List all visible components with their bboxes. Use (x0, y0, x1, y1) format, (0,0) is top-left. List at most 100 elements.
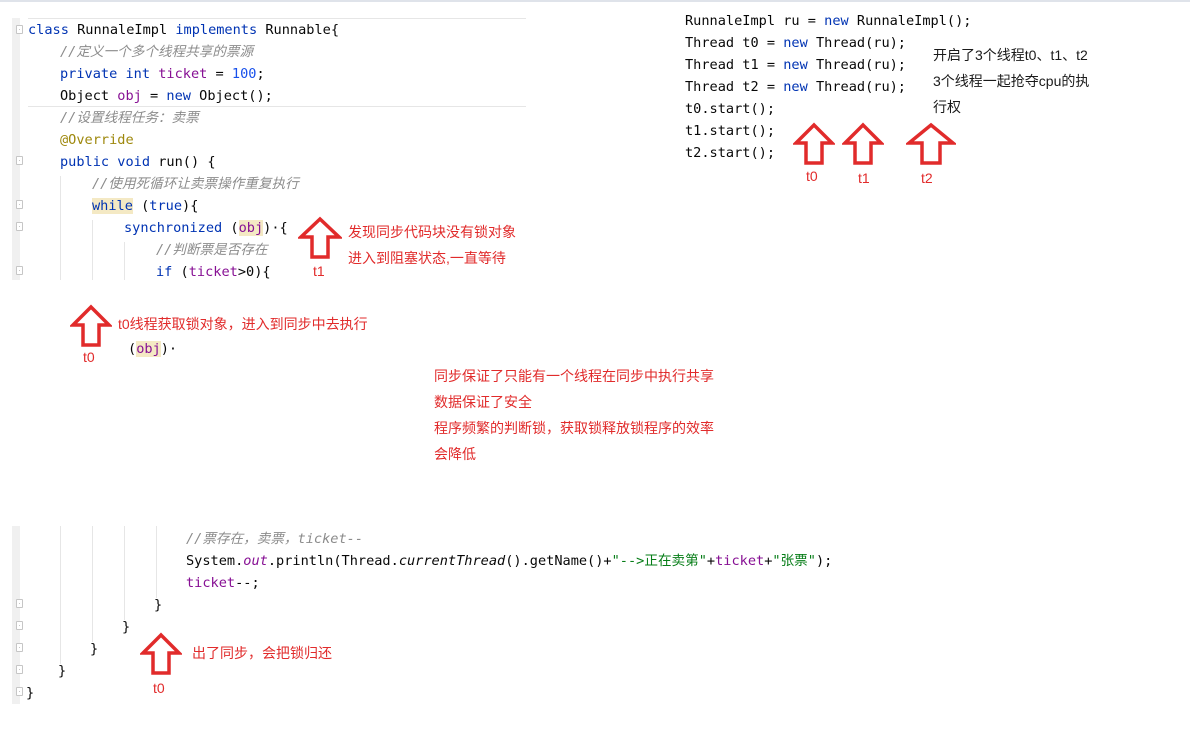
number-literal: 100 (231, 66, 257, 82)
class-name: RunnaleImpl (68, 22, 176, 38)
code-text: Thread(ru); (807, 35, 906, 51)
code-line-r5: t0.start(); (685, 101, 776, 117)
code-line-3: private int ticket = 100; (60, 63, 265, 85)
editor-gutter (12, 526, 20, 704)
code-line-b8: } (26, 685, 35, 701)
fold-marker[interactable] (16, 25, 23, 34)
keyword: true (149, 198, 183, 214)
keyword: class (28, 22, 69, 38)
code-text: Thread(ru); (807, 57, 906, 73)
note-release: 出了同步，会把锁归还 (192, 645, 332, 661)
keyword: implements (175, 22, 258, 38)
up-arrow-icon (793, 122, 835, 165)
keyword: new (824, 13, 849, 29)
code-line-b5: } (122, 619, 131, 635)
code-line-4: Object obj = new Object(); (60, 85, 273, 107)
code-text: )·{ (263, 220, 288, 236)
code-text: .println(Thread. (267, 553, 399, 569)
arrow-label-t0-exit: t0 (153, 680, 165, 696)
up-arrow-icon (140, 632, 182, 675)
indent-guide (124, 526, 125, 620)
field-name-highlighted: obj (136, 341, 161, 357)
field-name: obj (117, 88, 142, 104)
indent-guide (124, 242, 125, 280)
code-text: System. (186, 553, 244, 569)
static-method: currentThread (398, 553, 506, 569)
note-sync-summary: 同步保证了只能有一个线程在同步中执行共享 数据保证了安全 程序频繁的判断锁，获取… (434, 368, 714, 462)
code-text: = (207, 66, 232, 82)
up-arrow-icon (298, 216, 342, 259)
code-line-b1: //票存在，卖票，ticket-- (186, 528, 363, 550)
fold-marker[interactable] (16, 643, 23, 652)
arrow-label-t2: t2 (921, 170, 933, 186)
code-line-9: while (true){ (92, 195, 198, 217)
code-text: + (706, 553, 716, 569)
keyword: new (783, 35, 808, 51)
code-text: Object(); (190, 88, 273, 104)
indent-guide (156, 526, 157, 598)
note-threads-started: 开启了3个线程t0、t1、t2 3个线程一起抢夺cpu的执 行权 (933, 47, 1090, 115)
code-text: Thread t0 = (685, 35, 784, 51)
up-arrow-icon (70, 304, 112, 347)
arrow-label-t1: t1 (858, 170, 870, 186)
keyword: new (166, 88, 191, 104)
code-text: ; (256, 66, 265, 82)
code-line-r6: t1.start(); (685, 123, 776, 139)
obj-snippet: (obj)· (128, 338, 177, 360)
editor-gutter (12, 18, 20, 280)
code-comment: //判断票是否存在 (156, 242, 268, 258)
keyword: new (783, 79, 808, 95)
code-comment: ticket-- (297, 531, 364, 547)
code-text: Thread t2 = (685, 79, 784, 95)
keyword: if (156, 264, 173, 280)
keyword: new (783, 57, 808, 73)
fold-marker[interactable] (16, 222, 23, 231)
code-line-b4: } (154, 597, 163, 613)
fold-marker[interactable] (16, 687, 23, 696)
string-literal: "-->正在卖第" (611, 553, 707, 569)
annotation: @Override (60, 132, 134, 148)
code-text: Thread(ru); (807, 79, 906, 95)
code-line-7: public void run() { (60, 151, 216, 173)
field-name-highlighted: obj (238, 220, 264, 236)
note-t1-blocked: 发现同步代码块没有锁对象 进入到阻塞状态,一直等待 (348, 224, 516, 266)
code-line-b3: ticket--; (186, 572, 260, 594)
field-name: ticket (186, 575, 236, 591)
fold-marker[interactable] (16, 200, 23, 209)
code-comment: //票存在，卖票， (186, 531, 298, 547)
indent-guide (92, 220, 93, 280)
code-text: >0){ (237, 264, 271, 280)
keyword-highlighted: while (92, 198, 133, 214)
code-line-r4: Thread t2 = new Thread(ru); (685, 76, 906, 98)
code-comment: //设置线程任务：卖票 (60, 110, 199, 126)
indent-guide (60, 526, 61, 664)
indent-guide (60, 176, 61, 280)
code-line-b2: System.out.println(Thread.currentThread(… (186, 550, 832, 572)
code-line-r7: t2.start(); (685, 145, 776, 161)
code-line-2: //定义一个多个线程共享的票源 (60, 41, 253, 63)
code-line-12: if (ticket>0){ (156, 261, 271, 283)
fold-marker[interactable] (16, 599, 23, 608)
string-literal: "张票" (772, 553, 816, 569)
fold-marker[interactable] (16, 156, 23, 165)
code-text: Runnable{ (257, 22, 340, 38)
code-text: --; (235, 575, 260, 591)
code-line-b6: } (90, 641, 99, 657)
field-name: ticket (715, 553, 765, 569)
fold-marker[interactable] (16, 266, 23, 275)
keyword: public void (60, 154, 151, 170)
code-text: ().getName()+ (505, 553, 612, 569)
code-comment: //使用死循环让卖票操作重复执行 (92, 176, 299, 192)
code-line-b7: } (58, 663, 67, 679)
static-field: out (243, 553, 268, 569)
up-arrow-icon (906, 122, 956, 165)
fold-marker[interactable] (16, 665, 23, 674)
code-line-6: @Override (60, 129, 134, 151)
code-text: ); (815, 553, 833, 569)
arrow-label-t0-sync: t0 (83, 349, 95, 365)
arrow-label-t1-sync: t1 (313, 263, 325, 279)
code-text: Thread t1 = (685, 57, 784, 73)
code-text: ( (172, 264, 189, 280)
fold-marker[interactable] (16, 621, 23, 630)
